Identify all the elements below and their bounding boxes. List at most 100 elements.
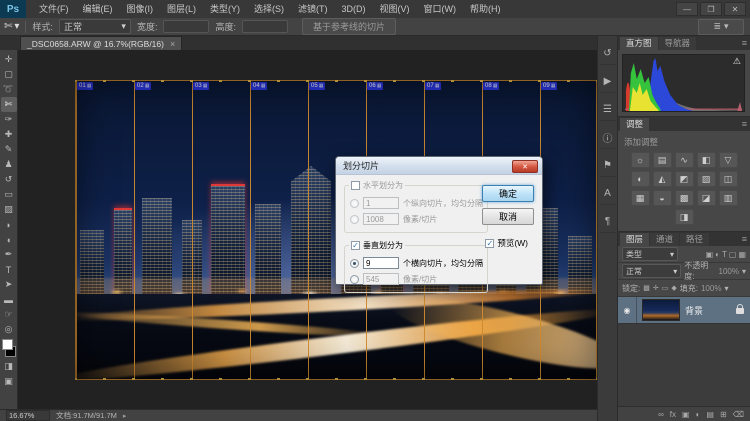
delete-layer-icon[interactable]: ⌫ [733,410,744,419]
filter-smart-icon[interactable]: ▦ [738,250,746,259]
close-button[interactable]: ✕ [724,2,746,16]
photo-filter-icon[interactable]: ▨ [697,171,716,187]
vertical-count-radio[interactable] [350,259,359,268]
hand-tool[interactable]: ☞ [1,307,17,322]
curves-icon[interactable]: ∿ [675,152,694,168]
levels-icon[interactable]: ▤ [653,152,672,168]
horizontal-pixels-radio[interactable] [350,215,359,224]
style-select[interactable]: 正常 ▾ [59,19,131,34]
menu-view[interactable]: 视图(V) [373,0,417,18]
new-group-icon[interactable]: ▤ [706,410,714,419]
lock-position-icon[interactable]: ✛ [653,284,659,292]
menu-file[interactable]: 文件(F) [32,0,76,18]
adjustment-layer-icon[interactable]: ◐ [696,410,701,419]
lock-all-icon[interactable]: ◆ [671,284,676,292]
status-arrow-icon[interactable]: ▸ [123,412,127,420]
menu-filter[interactable]: 滤镜(T) [291,0,335,18]
zoom-level-field[interactable]: 16.67% [6,410,50,421]
menu-window[interactable]: 窗口(W) [417,0,464,18]
lock-pixels-icon[interactable]: ▭ [662,284,669,292]
invert-icon[interactable]: ◒ [653,190,672,206]
quick-mask-button[interactable]: ◨ [1,359,17,374]
width-input[interactable] [163,20,209,33]
color-swatches[interactable] [2,339,16,357]
type-tool[interactable]: T [1,262,17,277]
exposure-icon[interactable]: ◧ [697,152,716,168]
menu-help[interactable]: 帮助(H) [463,0,508,18]
zoom-tool[interactable]: ◎ [1,322,17,337]
link-layers-icon[interactable]: ∞ [658,410,664,419]
menu-select[interactable]: 选择(S) [247,0,291,18]
cancel-button[interactable]: 取消 [482,208,534,225]
channel-mixer-icon[interactable]: ◫ [719,171,738,187]
tab-navigator[interactable]: 导航器 [659,37,697,50]
path-selection-tool[interactable]: ➤ [1,277,17,292]
eraser-tool[interactable]: ▭ [1,187,17,202]
screen-mode-button[interactable]: ▣ [1,374,17,389]
layer-mask-icon[interactable]: ▣ [682,410,690,419]
height-input[interactable] [242,20,288,33]
vertical-pixels-radio[interactable] [350,275,359,284]
tab-close-icon[interactable]: × [170,39,175,49]
threshold-icon[interactable]: ◪ [697,190,716,206]
color-balance-icon[interactable]: ◭ [653,171,672,187]
minimize-button[interactable]: — [676,2,698,16]
menu-layer[interactable]: 图层(L) [160,0,203,18]
history-panel-icon[interactable]: ↺ [600,46,616,65]
tab-layers[interactable]: 图层 [620,233,649,246]
filter-adjustment-icon[interactable]: ◐ [715,250,720,259]
current-tool-chip[interactable]: ✄ ▾ [4,21,19,32]
properties-panel-icon[interactable]: ☰ [600,102,616,121]
hue-saturation-icon[interactable]: ◐ [631,171,650,187]
tab-histogram[interactable]: 直方图 [620,37,658,50]
preview-checkbox[interactable]: ✓ [485,239,494,248]
opacity-value[interactable]: 100% [719,267,739,276]
foreground-color-swatch[interactable] [2,339,13,350]
vertical-pixels-input[interactable] [363,273,399,285]
dialog-close-button[interactable]: ✕ [512,160,538,173]
workspace-switcher[interactable]: ≣ ▾ [698,19,744,35]
dialog-titlebar[interactable]: 划分切片 ✕ [336,157,542,175]
info-panel-icon[interactable]: ⓘ [600,130,616,149]
tab-paths[interactable]: 路径 [680,233,709,246]
black-white-icon[interactable]: ◩ [675,171,694,187]
tab-channels[interactable]: 通道 [650,233,679,246]
pen-tool[interactable]: ✒ [1,247,17,262]
filter-type-icon[interactable]: T [722,250,727,259]
color-lookup-icon[interactable]: ▦ [631,190,650,206]
gradient-tool[interactable]: ▨ [1,202,17,217]
layer-style-icon[interactable]: fx [670,410,676,419]
panel-menu-icon[interactable]: ≡ [742,234,747,244]
healing-brush-tool[interactable]: ✚ [1,127,17,142]
history-brush-tool[interactable]: ↺ [1,172,17,187]
menu-type[interactable]: 类型(Y) [203,0,247,18]
horizontal-count-radio[interactable] [350,199,359,208]
visibility-eye-icon[interactable]: ◉ [618,297,637,323]
filter-shape-icon[interactable]: ▢ [729,250,737,259]
move-tool[interactable]: ✛ [1,52,17,67]
lasso-tool[interactable]: ➰ [1,82,17,97]
actions-panel-icon[interactable]: ▶ [600,74,616,93]
restore-button[interactable]: ❐ [700,2,722,16]
dodge-tool[interactable]: ◖ [1,232,17,247]
blur-tool[interactable]: ◗ [1,217,17,232]
paragraph-panel-icon[interactable]: ¶ [600,214,616,233]
new-layer-icon[interactable]: ⊞ [720,410,727,419]
clone-stamp-tool[interactable]: ♟ [1,157,17,172]
posterize-icon[interactable]: ▩ [675,190,694,206]
gradient-map-icon[interactable]: ▥ [719,190,738,206]
blend-mode-select[interactable]: 正常 ▾ [622,264,681,278]
document-tab[interactable]: _DSC0658.ARW @ 16.7%(RGB/16) × [20,36,182,51]
layer-row-background[interactable]: ◉ 背景 [618,297,750,324]
horizontal-count-input[interactable] [363,197,399,209]
slice-tool[interactable]: ✄ [1,97,17,112]
filter-kind-select[interactable]: 类型 ▾ [622,247,678,261]
lock-transparent-icon[interactable]: ▩ [643,284,650,292]
character-panel-icon[interactable]: A [600,186,616,205]
horizontal-pixels-input[interactable] [363,213,399,225]
warning-icon[interactable]: ⚠ [733,56,741,67]
menu-edit[interactable]: 编辑(E) [76,0,120,18]
slices-from-guides-button[interactable]: 基于参考线的切片 [302,18,396,35]
clone-source-panel-icon[interactable]: ⚑ [600,158,616,177]
selective-color-icon[interactable]: ◨ [675,209,694,225]
